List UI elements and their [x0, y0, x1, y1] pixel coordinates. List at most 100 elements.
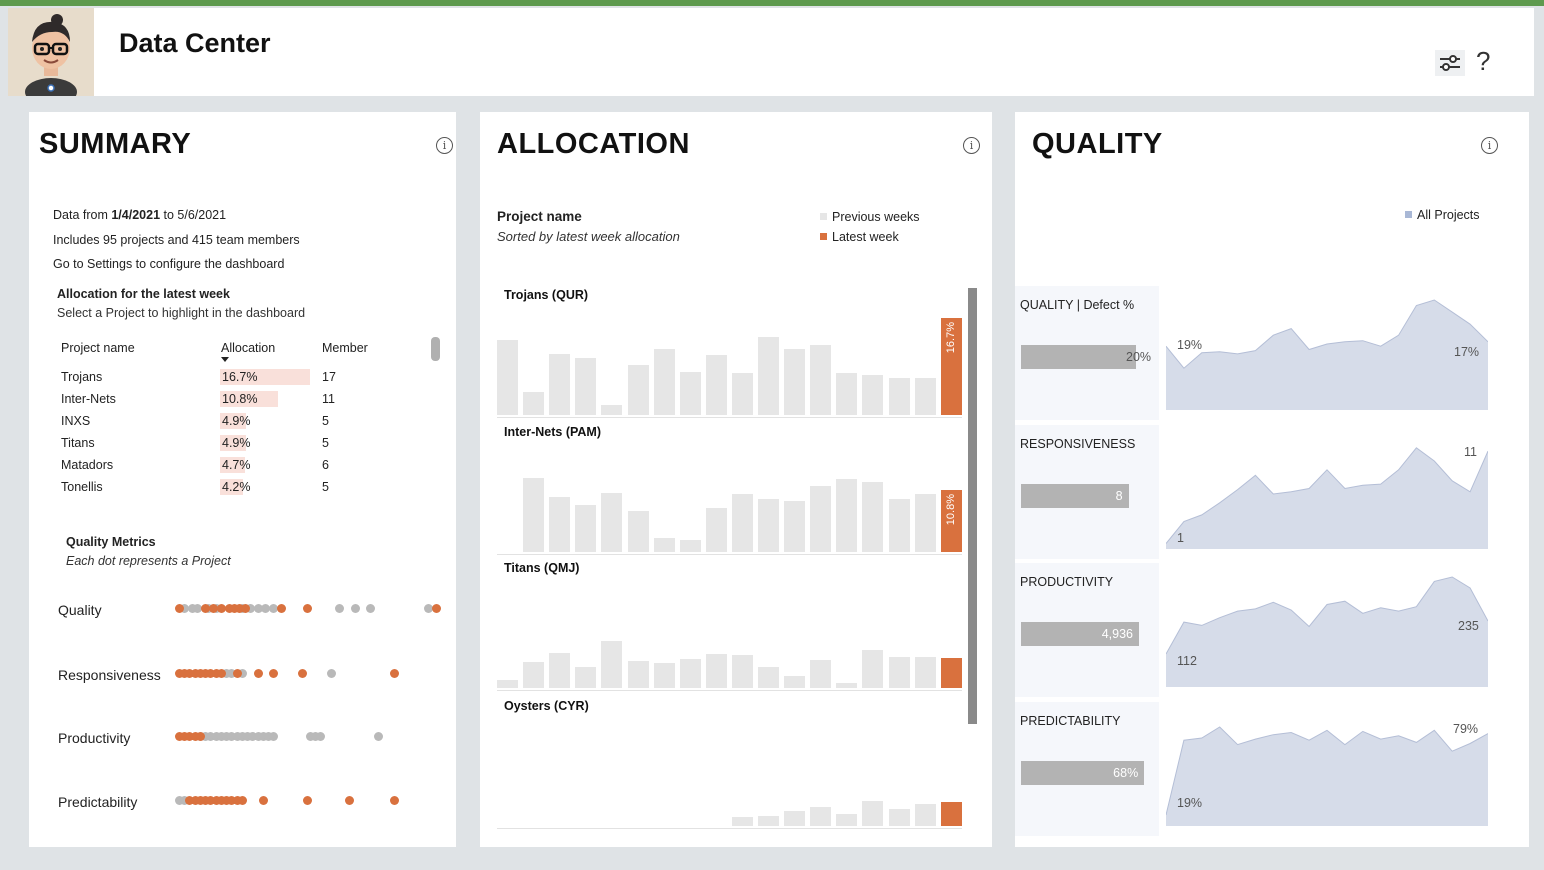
project-dot-highlighted[interactable]	[389, 669, 399, 678]
project-dot-highlighted[interactable]	[303, 604, 313, 613]
project-dot-highlighted[interactable]	[216, 669, 226, 678]
week-bar[interactable]	[784, 675, 806, 688]
week-bar[interactable]	[705, 508, 727, 552]
summary-info-icon[interactable]: i	[436, 137, 453, 154]
latest-week-bar[interactable]	[940, 802, 962, 826]
quality-metric-card[interactable]: QUALITY | Defect % 20%	[1015, 286, 1159, 420]
week-bar[interactable]	[549, 496, 571, 552]
week-bar[interactable]	[836, 682, 858, 688]
week-bar[interactable]	[679, 372, 701, 415]
week-bar[interactable]	[810, 345, 832, 415]
table-row[interactable]: Tonellis 4.2% 5	[29, 477, 429, 497]
project-chart-label[interactable]: Titans (QMJ)	[504, 561, 579, 575]
week-bar[interactable]	[758, 337, 779, 415]
project-dot-highlighted[interactable]	[232, 669, 242, 678]
project-dot[interactable]	[374, 732, 384, 741]
week-bar[interactable]	[601, 404, 623, 415]
project-dot-highlighted[interactable]	[303, 796, 313, 805]
week-bar[interactable]	[523, 392, 545, 415]
project-dot[interactable]	[326, 669, 336, 678]
project-chart-label[interactable]: Inter-Nets (PAM)	[504, 425, 601, 439]
project-dot[interactable]	[350, 604, 360, 613]
project-dot-highlighted[interactable]	[237, 796, 247, 805]
project-dot-highlighted[interactable]	[258, 796, 268, 805]
week-bar[interactable]	[575, 667, 597, 688]
project-dot[interactable]	[366, 604, 376, 613]
allocation-info-icon[interactable]: i	[963, 137, 980, 154]
week-bar[interactable]	[758, 498, 779, 552]
project-dot-highlighted[interactable]	[389, 796, 399, 805]
week-bar[interactable]	[888, 498, 910, 552]
week-bar[interactable]	[627, 511, 649, 552]
project-chart-label[interactable]: Oysters (CYR)	[504, 699, 589, 713]
week-bar[interactable]	[627, 660, 649, 688]
week-bar[interactable]	[888, 377, 910, 415]
project-dot[interactable]	[316, 732, 326, 741]
week-bar[interactable]	[679, 658, 701, 688]
project-dot-highlighted[interactable]	[431, 604, 441, 613]
week-bar[interactable]	[862, 375, 884, 415]
week-bar[interactable]	[758, 815, 779, 826]
metric-trend-area-chart[interactable]	[1166, 294, 1488, 410]
week-bar[interactable]	[914, 493, 936, 552]
week-bar[interactable]	[862, 482, 884, 552]
week-bar[interactable]	[758, 667, 779, 688]
week-bar[interactable]	[810, 659, 832, 688]
week-bar[interactable]	[784, 811, 806, 826]
week-bar[interactable]	[888, 809, 910, 826]
project-dot-highlighted[interactable]	[240, 604, 250, 613]
week-bar[interactable]	[523, 478, 545, 552]
week-bar[interactable]	[810, 486, 832, 552]
week-bar[interactable]	[914, 656, 936, 688]
column-header-member[interactable]: Member	[322, 341, 368, 355]
latest-week-bar[interactable]	[940, 657, 962, 688]
project-dot[interactable]	[334, 604, 344, 613]
week-bar[interactable]	[575, 357, 597, 415]
week-bar[interactable]	[888, 656, 910, 688]
week-bar[interactable]	[731, 654, 753, 688]
metric-trend-area-chart[interactable]	[1166, 433, 1488, 549]
week-bar[interactable]	[627, 365, 649, 415]
quality-metric-card[interactable]: RESPONSIVENESS 8	[1015, 425, 1159, 559]
week-bar[interactable]	[601, 492, 623, 552]
project-dot-highlighted[interactable]	[195, 732, 205, 741]
metric-trend-area-chart[interactable]	[1166, 571, 1488, 687]
allocation-scrollbar[interactable]	[968, 288, 977, 724]
week-bar[interactable]	[784, 501, 806, 552]
week-bar[interactable]	[497, 340, 518, 415]
project-dot-highlighted[interactable]	[277, 604, 287, 613]
table-scrollbar[interactable]	[431, 337, 440, 361]
week-bar[interactable]	[653, 349, 675, 415]
avatar[interactable]	[8, 8, 94, 106]
week-bar[interactable]	[549, 353, 571, 415]
week-bar[interactable]	[836, 479, 858, 552]
table-row[interactable]: Titans 4.9% 5	[29, 433, 429, 453]
table-row[interactable]: INXS 4.9% 5	[29, 411, 429, 431]
project-dot-highlighted[interactable]	[253, 669, 263, 678]
week-bar[interactable]	[523, 662, 545, 688]
project-dot-highlighted[interactable]	[345, 796, 355, 805]
quality-info-icon[interactable]: i	[1481, 137, 1498, 154]
project-dot-highlighted[interactable]	[175, 604, 184, 613]
week-bar[interactable]	[731, 816, 753, 826]
project-dot[interactable]	[269, 732, 279, 741]
week-bar[interactable]	[653, 663, 675, 688]
project-dot-highlighted[interactable]	[298, 669, 308, 678]
week-bar[interactable]	[549, 652, 571, 688]
quality-metric-card[interactable]: PRODUCTIVITY 4,936	[1015, 563, 1159, 697]
week-bar[interactable]	[705, 354, 727, 415]
week-bar[interactable]	[653, 538, 675, 552]
week-bar[interactable]	[836, 373, 858, 415]
project-chart-label[interactable]: Trojans (QUR)	[504, 288, 588, 302]
week-bar[interactable]	[601, 641, 623, 688]
quality-metric-card[interactable]: PREDICTABILITY 68%	[1015, 702, 1159, 836]
sort-desc-icon[interactable]	[221, 357, 229, 362]
table-row[interactable]: Trojans 16.7% 17	[29, 367, 429, 387]
table-row[interactable]: Inter-Nets 10.8% 11	[29, 389, 429, 409]
week-bar[interactable]	[836, 813, 858, 826]
week-bar[interactable]	[497, 679, 518, 688]
week-bar[interactable]	[810, 807, 832, 826]
week-bar[interactable]	[862, 801, 884, 826]
week-bar[interactable]	[914, 804, 936, 826]
week-bar[interactable]	[731, 493, 753, 552]
